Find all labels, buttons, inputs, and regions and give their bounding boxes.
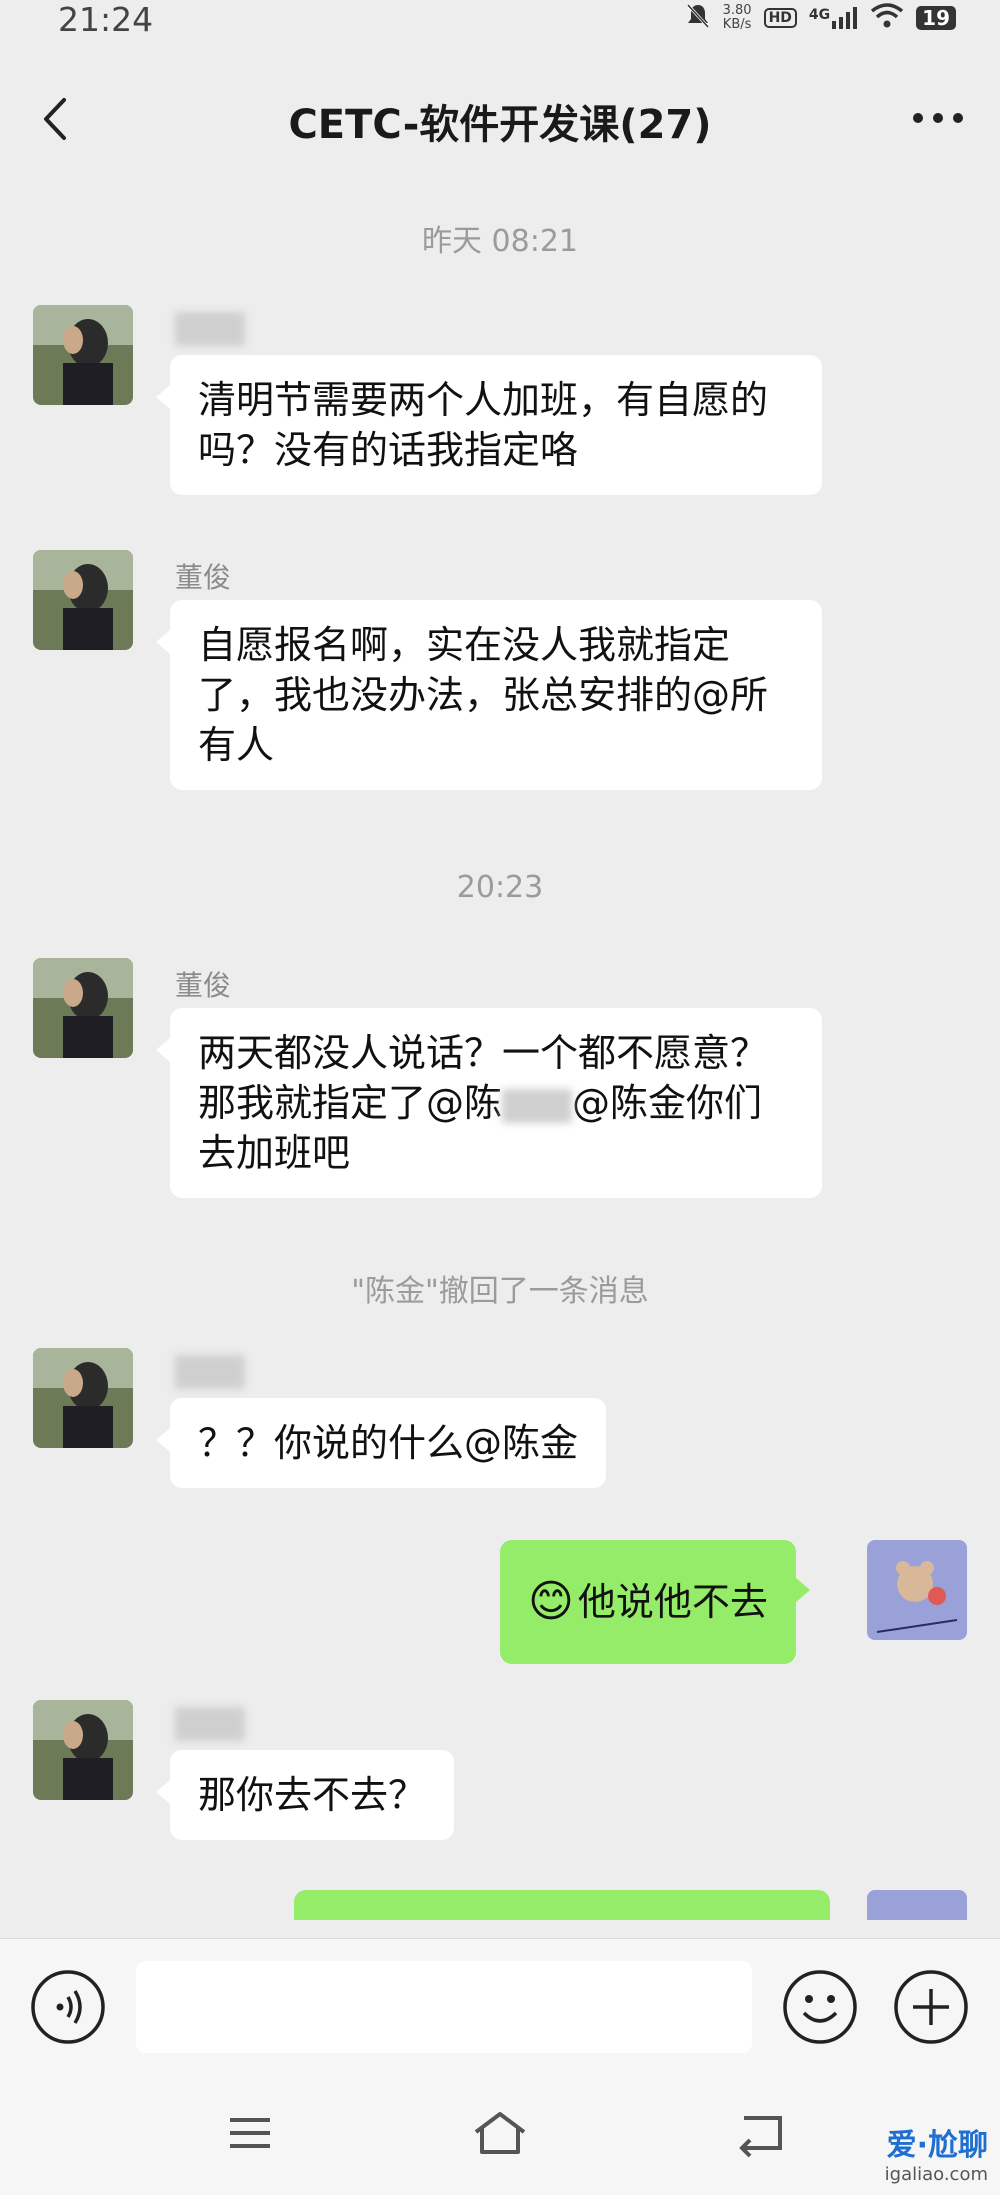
sender-name: 董俊 bbox=[175, 561, 232, 594]
avatar[interactable] bbox=[33, 550, 133, 650]
system-nav-bar: 爱·尬聊 igaliao.com bbox=[0, 2078, 1000, 2195]
watermark-logo: 爱·尬聊 igaliao.com bbox=[885, 2120, 988, 2185]
home-button[interactable] bbox=[470, 2108, 530, 2158]
emoji-button[interactable] bbox=[782, 1969, 858, 2045]
message-row-outgoing-partial bbox=[0, 1890, 1000, 1920]
message-bubble[interactable]: 两天都没人说话？一个都不愿意？那我就指定了@陈 @陈金你们去加班吧 bbox=[156, 1008, 822, 1198]
message-text: 他说他不去 bbox=[577, 1580, 768, 1624]
message-bubble-outgoing[interactable]: 😊 他说他不去 bbox=[500, 1540, 810, 1664]
message-bubble[interactable]: ？？你说的什么@陈金 bbox=[155, 1398, 607, 1488]
menu-button[interactable] bbox=[220, 2108, 280, 2158]
status-icons: 3.80 KB/s HD 4G 19 bbox=[685, 0, 956, 36]
sender-name: 董俊 bbox=[175, 969, 232, 1002]
mute-bell-icon bbox=[685, 2, 711, 35]
battery-indicator: 19 bbox=[916, 6, 956, 30]
blurred-mention bbox=[502, 1088, 573, 1123]
avatar[interactable] bbox=[33, 1700, 133, 1800]
menu-icon bbox=[230, 2118, 270, 2148]
message-input[interactable] bbox=[136, 1961, 752, 2053]
avatar-self[interactable] bbox=[867, 1540, 967, 1640]
plus-icon bbox=[894, 1970, 968, 2044]
signal-icon: 4G bbox=[809, 7, 858, 29]
timestamp: 20:23 bbox=[456, 870, 544, 905]
status-bar: 21:24 3.80 KB/s HD 4G 19 bbox=[0, 0, 1000, 40]
more-options-button[interactable] bbox=[910, 108, 966, 128]
blurred-sender-name bbox=[175, 312, 245, 346]
hd-badge: HD bbox=[763, 8, 797, 28]
message-bubble[interactable]: 清明节需要两个人加班，有自愿的吗？没有的话我指定咯 bbox=[156, 355, 822, 495]
watermark-title: 爱·尬聊 bbox=[886, 2128, 988, 2163]
timestamp: 昨天 08:21 bbox=[422, 224, 578, 259]
blurred-sender-name bbox=[175, 1707, 245, 1741]
smiley-icon bbox=[783, 1970, 857, 2044]
avatar[interactable] bbox=[33, 1348, 133, 1448]
avatar-self[interactable] bbox=[867, 1890, 967, 1920]
speed-unit: KB/s bbox=[722, 17, 752, 32]
avatar[interactable] bbox=[33, 958, 133, 1058]
smile-emoji-icon: 😊 bbox=[528, 1576, 574, 1627]
return-icon bbox=[739, 2116, 782, 2158]
watermark-url: igaliao.com bbox=[884, 2164, 988, 2185]
speed-value: 3.80 bbox=[722, 3, 752, 18]
message-bubble[interactable]: 那你去不去？ bbox=[155, 1750, 455, 1840]
network-speed: 3.80 KB/s bbox=[723, 4, 752, 32]
status-time: 21:24 bbox=[58, 0, 154, 39]
voice-icon bbox=[31, 1970, 105, 2044]
wifi-icon bbox=[870, 2, 904, 34]
message-bubble[interactable]: 自愿报名啊，实在没人我就指定了，我也没办法，张总安排的@所有人 bbox=[156, 600, 822, 790]
chat-header: CETC-软件开发课(27) bbox=[0, 56, 1000, 176]
more-dots-icon bbox=[913, 113, 963, 123]
input-bar bbox=[0, 1938, 1000, 2078]
more-functions-button[interactable] bbox=[893, 1969, 969, 2045]
home-icon bbox=[474, 2112, 526, 2154]
message-bubble-outgoing[interactable] bbox=[294, 1890, 830, 1920]
voice-input-button[interactable] bbox=[30, 1969, 106, 2045]
recall-notice: "陈金"撤回了一条消息 bbox=[351, 1274, 649, 1309]
blurred-sender-name bbox=[175, 1355, 245, 1389]
chat-title: CETC-软件开发课(27) bbox=[288, 102, 712, 148]
avatar[interactable] bbox=[33, 305, 133, 405]
network-type: 4G bbox=[808, 7, 831, 23]
back-nav-button[interactable] bbox=[730, 2108, 790, 2158]
